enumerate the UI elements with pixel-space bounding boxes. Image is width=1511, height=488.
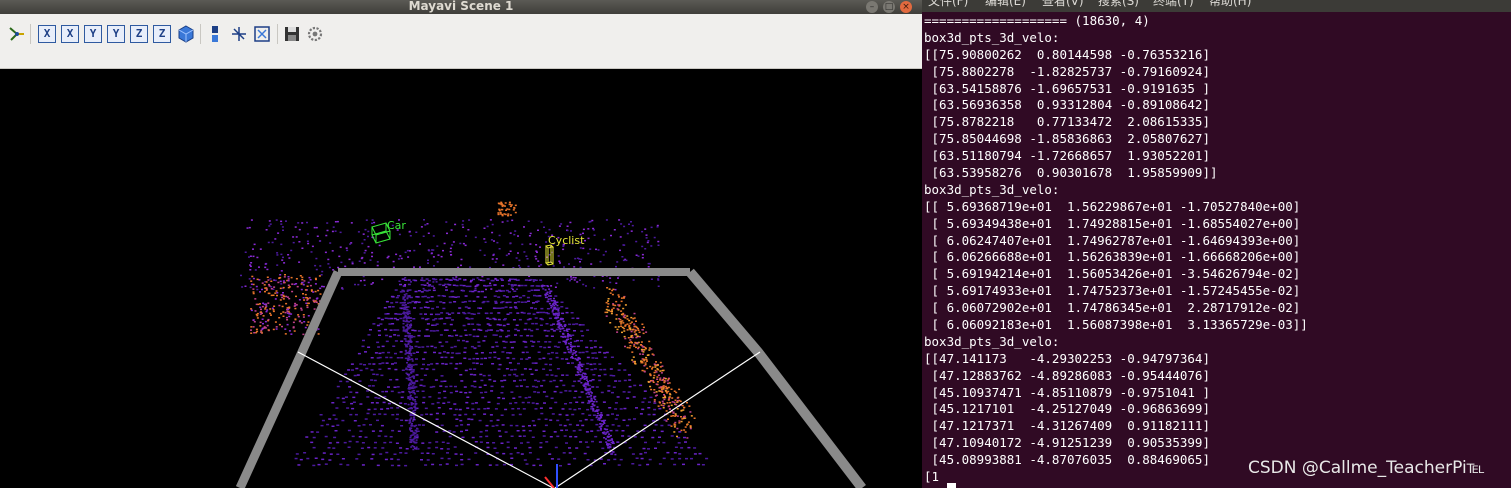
view-y-minus-button[interactable]: Y bbox=[107, 25, 125, 43]
fullscreen-icon[interactable] bbox=[253, 25, 271, 43]
fov-line-left bbox=[297, 351, 554, 488]
output-line: [45.1217101 -4.25127049 -0.96863699] bbox=[924, 401, 1210, 417]
output-line: [47.10940172 -4.91251239 0.90535399] bbox=[924, 435, 1210, 451]
mayavi-pipeline-icon[interactable] bbox=[8, 25, 26, 43]
axes-indicator-icon[interactable] bbox=[230, 25, 248, 43]
toolbar-separator bbox=[200, 24, 201, 44]
toolbar-separator bbox=[277, 24, 278, 44]
output-line: [75.8782218 0.77133472 2.08615335] bbox=[924, 114, 1210, 130]
maximize-button[interactable]: □ bbox=[883, 1, 895, 13]
scene-toolbar: X X Y Y Z Z bbox=[0, 14, 922, 69]
output-line: [ 6.06266688e+01 1.56263839e+01 -1.66668… bbox=[924, 249, 1301, 265]
output-line: [ 6.06247407e+01 1.74962787e+01 -1.64694… bbox=[924, 232, 1301, 248]
output-line: box3d_pts_3d_velo: bbox=[924, 29, 1060, 45]
grid-frame-left bbox=[235, 270, 343, 488]
output-line: box3d_pts_3d_velo: bbox=[924, 181, 1060, 197]
output-line: box3d_pts_3d_velo: bbox=[924, 333, 1060, 349]
isometric-view-icon[interactable] bbox=[177, 25, 195, 43]
output-line: [[ 5.69368719e+01 1.56229867e+01 -1.7052… bbox=[924, 198, 1301, 214]
view-x-minus-button[interactable]: X bbox=[61, 25, 79, 43]
menu-search[interactable]: 搜索(S) bbox=[1098, 0, 1139, 8]
output-line: [ 6.06092183e+01 1.56087398e+01 3.133657… bbox=[924, 317, 1308, 333]
car-label: Car bbox=[387, 219, 406, 232]
output-line: [ 5.69194214e+01 1.56053426e+01 -3.54626… bbox=[924, 266, 1301, 282]
output-line: [63.53958276 0.90301678 1.95859909]] bbox=[924, 165, 1218, 181]
grid-frame bbox=[235, 268, 866, 488]
cyclist-label: Cyclist bbox=[548, 234, 585, 247]
toolbar-separator bbox=[30, 24, 31, 44]
close-button[interactable]: × bbox=[900, 1, 912, 13]
terminal-window[interactable]: 文件(F) 编辑(E) 查看(V) 搜索(S) 终端(T) 帮助(H) ====… bbox=[922, 0, 1511, 488]
output-line: [63.56936358 0.93312804 -0.89108642] bbox=[924, 97, 1210, 113]
output-line: [ 6.06072902e+01 1.74786345e+01 2.287179… bbox=[924, 300, 1301, 316]
terminal-output: =================== (18630, 4) box3d_pts… bbox=[924, 13, 1511, 486]
output-line: =================== (18630, 4) bbox=[924, 13, 1150, 28]
save-icon[interactable] bbox=[283, 25, 301, 43]
output-line: [ 5.69349438e+01 1.74928815e+01 -1.68554… bbox=[924, 215, 1301, 231]
output-line: [[47.141173 -4.29302253 -0.94797364] bbox=[924, 350, 1210, 366]
view-x-plus-button[interactable]: X bbox=[38, 25, 56, 43]
grid-frame-right bbox=[686, 268, 866, 488]
menu-view[interactable]: 查看(V) bbox=[1042, 0, 1084, 8]
3d-scene-canvas[interactable]: Car Cyclist bbox=[0, 69, 922, 488]
fov-lines bbox=[297, 351, 761, 488]
menu-edit[interactable]: 编辑(E) bbox=[985, 0, 1026, 8]
output-line: [[75.90800262 0.80144598 -0.76353216] bbox=[924, 46, 1210, 62]
terminal-cursor bbox=[947, 483, 956, 488]
terminal-menu-bar: 文件(F) 编辑(E) 查看(V) 搜索(S) 终端(T) 帮助(H) bbox=[922, 0, 1511, 12]
view-z-minus-button[interactable]: Z bbox=[153, 25, 171, 43]
output-line: [45.10937471 -4.85110879 -0.9751041 ] bbox=[924, 384, 1210, 400]
output-line: [75.85044698 -1.85836863 2.05807627] bbox=[924, 131, 1210, 147]
window-title: Mayavi Scene 1 bbox=[408, 0, 514, 13]
output-line: [75.8802278 -1.82825737 -0.79160924] bbox=[924, 63, 1210, 79]
view-z-plus-button[interactable]: Z bbox=[130, 25, 148, 43]
output-line: [47.1217371 -4.31267409 0.91182111] bbox=[924, 418, 1210, 434]
gear-icon[interactable] bbox=[306, 25, 324, 43]
output-line: [63.54158876 -1.69657531 -0.9191635 ] bbox=[924, 80, 1210, 96]
mayavi-window: Mayavi Scene 1 – □ × X X Y Y Z Z Car Cyc… bbox=[0, 0, 922, 488]
menu-help[interactable]: 帮助(H) bbox=[1209, 0, 1251, 8]
output-line: [47.12883762 -4.89286083 -0.95444076] bbox=[924, 367, 1210, 383]
window-title-bar[interactable]: Mayavi Scene 1 – □ × bbox=[0, 0, 922, 14]
csdn-watermark: CSDN @Callme_TeacherPi℡ bbox=[1248, 458, 1485, 478]
menu-file[interactable]: 文件(F) bbox=[928, 0, 968, 8]
parallel-projection-icon[interactable] bbox=[206, 25, 224, 43]
view-y-plus-button[interactable]: Y bbox=[84, 25, 102, 43]
minimize-button[interactable]: – bbox=[866, 1, 878, 13]
menu-terminal[interactable]: 终端(T) bbox=[1153, 0, 1194, 8]
output-line: [ 5.69174933e+01 1.74752373e+01 -1.57245… bbox=[924, 283, 1301, 299]
output-line: [63.51180794 -1.72668657 1.93052201] bbox=[924, 148, 1210, 164]
